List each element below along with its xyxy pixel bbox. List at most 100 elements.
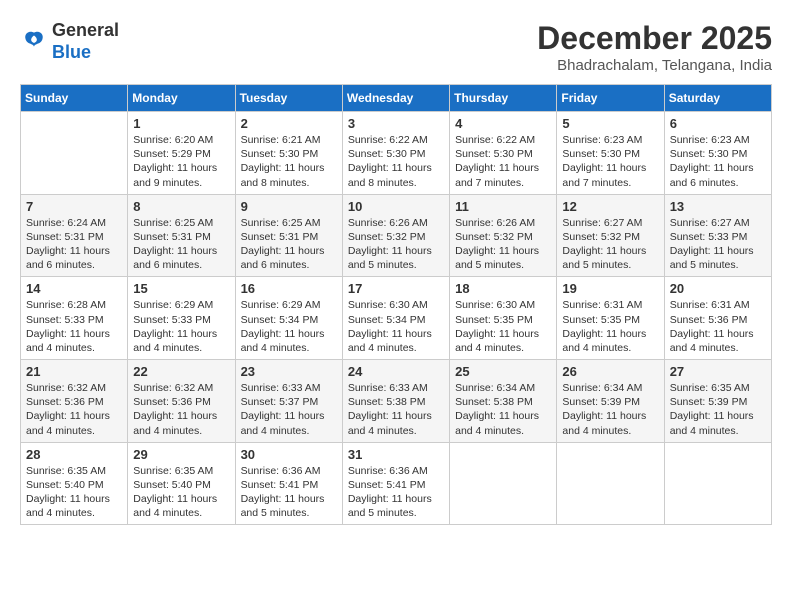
- calendar-cell: 2 Sunrise: 6:21 AM Sunset: 5:30 PM Daylig…: [235, 112, 342, 195]
- day-of-week-header: Thursday: [450, 85, 557, 112]
- calendar-cell: [21, 112, 128, 195]
- day-info: Sunrise: 6:22 AM Sunset: 5:30 PM Dayligh…: [455, 133, 551, 190]
- day-number: 26: [562, 364, 658, 379]
- day-of-week-header: Monday: [128, 85, 235, 112]
- day-info: Sunrise: 6:26 AM Sunset: 5:32 PM Dayligh…: [348, 216, 444, 273]
- calendar-cell: 1 Sunrise: 6:20 AM Sunset: 5:29 PM Daylig…: [128, 112, 235, 195]
- day-number: 11: [455, 199, 551, 214]
- calendar-cell: [664, 442, 771, 525]
- calendar-cell: 22 Sunrise: 6:32 AM Sunset: 5:36 PM Dayli…: [128, 360, 235, 443]
- calendar-cell: 8 Sunrise: 6:25 AM Sunset: 5:31 PM Daylig…: [128, 194, 235, 277]
- day-number: 4: [455, 116, 551, 131]
- day-of-week-header: Sunday: [21, 85, 128, 112]
- calendar-cell: 17 Sunrise: 6:30 AM Sunset: 5:34 PM Dayli…: [342, 277, 449, 360]
- day-info: Sunrise: 6:35 AM Sunset: 5:40 PM Dayligh…: [26, 464, 122, 521]
- calendar-header-row: SundayMondayTuesdayWednesdayThursdayFrid…: [21, 85, 772, 112]
- calendar-cell: 6 Sunrise: 6:23 AM Sunset: 5:30 PM Daylig…: [664, 112, 771, 195]
- day-info: Sunrise: 6:33 AM Sunset: 5:38 PM Dayligh…: [348, 381, 444, 438]
- day-number: 22: [133, 364, 229, 379]
- day-number: 16: [241, 281, 337, 296]
- calendar-cell: 20Sunrise: 6:31 AM Sunset: 5:36 PM Dayli…: [664, 277, 771, 360]
- day-info: Sunrise: 6:20 AM Sunset: 5:29 PM Dayligh…: [133, 133, 229, 190]
- calendar-cell: 28 Sunrise: 6:35 AM Sunset: 5:40 PM Dayli…: [21, 442, 128, 525]
- day-number: 30: [241, 447, 337, 462]
- day-number: 3: [348, 116, 444, 131]
- calendar-cell: 24Sunrise: 6:33 AM Sunset: 5:38 PM Dayli…: [342, 360, 449, 443]
- calendar-cell: 7 Sunrise: 6:24 AM Sunset: 5:31 PM Daylig…: [21, 194, 128, 277]
- day-number: 9: [241, 199, 337, 214]
- day-info: Sunrise: 6:24 AM Sunset: 5:31 PM Dayligh…: [26, 216, 122, 273]
- day-number: 13: [670, 199, 766, 214]
- title-block: December 2025 Bhadrachalam, Telangana, I…: [537, 20, 772, 74]
- day-number: 25: [455, 364, 551, 379]
- day-info: Sunrise: 6:23 AM Sunset: 5:30 PM Dayligh…: [670, 133, 766, 190]
- day-info: Sunrise: 6:25 AM Sunset: 5:31 PM Dayligh…: [241, 216, 337, 273]
- calendar-cell: 15 Sunrise: 6:29 AM Sunset: 5:33 PM Dayli…: [128, 277, 235, 360]
- day-info: Sunrise: 6:30 AM Sunset: 5:34 PM Dayligh…: [348, 298, 444, 355]
- calendar-cell: 3Sunrise: 6:22 AM Sunset: 5:30 PM Daylig…: [342, 112, 449, 195]
- day-info: Sunrise: 6:23 AM Sunset: 5:30 PM Dayligh…: [562, 133, 658, 190]
- day-info: Sunrise: 6:25 AM Sunset: 5:31 PM Dayligh…: [133, 216, 229, 273]
- day-number: 20: [670, 281, 766, 296]
- day-number: 23: [241, 364, 337, 379]
- calendar-week-row: 28 Sunrise: 6:35 AM Sunset: 5:40 PM Dayli…: [21, 442, 772, 525]
- day-number: 6: [670, 116, 766, 131]
- day-of-week-header: Saturday: [664, 85, 771, 112]
- location: Bhadrachalam, Telangana, India: [537, 57, 772, 74]
- calendar-cell: 21Sunrise: 6:32 AM Sunset: 5:36 PM Dayli…: [21, 360, 128, 443]
- calendar-cell: 13 Sunrise: 6:27 AM Sunset: 5:33 PM Dayli…: [664, 194, 771, 277]
- day-of-week-header: Tuesday: [235, 85, 342, 112]
- day-info: Sunrise: 6:28 AM Sunset: 5:33 PM Dayligh…: [26, 298, 122, 355]
- calendar-week-row: 1 Sunrise: 6:20 AM Sunset: 5:29 PM Daylig…: [21, 112, 772, 195]
- day-info: Sunrise: 6:34 AM Sunset: 5:39 PM Dayligh…: [562, 381, 658, 438]
- day-number: 2: [241, 116, 337, 131]
- day-number: 14: [26, 281, 122, 296]
- calendar-cell: 23 Sunrise: 6:33 AM Sunset: 5:37 PM Dayli…: [235, 360, 342, 443]
- day-number: 1: [133, 116, 229, 131]
- day-info: Sunrise: 6:32 AM Sunset: 5:36 PM Dayligh…: [133, 381, 229, 438]
- calendar-cell: 18Sunrise: 6:30 AM Sunset: 5:35 PM Dayli…: [450, 277, 557, 360]
- day-info: Sunrise: 6:36 AM Sunset: 5:41 PM Dayligh…: [348, 464, 444, 521]
- calendar-cell: 12 Sunrise: 6:27 AM Sunset: 5:32 PM Dayli…: [557, 194, 664, 277]
- day-info: Sunrise: 6:33 AM Sunset: 5:37 PM Dayligh…: [241, 381, 337, 438]
- calendar-cell: 10 Sunrise: 6:26 AM Sunset: 5:32 PM Dayli…: [342, 194, 449, 277]
- calendar-week-row: 14 Sunrise: 6:28 AM Sunset: 5:33 PM Dayli…: [21, 277, 772, 360]
- day-info: Sunrise: 6:29 AM Sunset: 5:33 PM Dayligh…: [133, 298, 229, 355]
- day-info: Sunrise: 6:30 AM Sunset: 5:35 PM Dayligh…: [455, 298, 551, 355]
- day-info: Sunrise: 6:36 AM Sunset: 5:41 PM Dayligh…: [241, 464, 337, 521]
- day-number: 12: [562, 199, 658, 214]
- day-number: 7: [26, 199, 122, 214]
- day-info: Sunrise: 6:26 AM Sunset: 5:32 PM Dayligh…: [455, 216, 551, 273]
- day-info: Sunrise: 6:21 AM Sunset: 5:30 PM Dayligh…: [241, 133, 337, 190]
- day-number: 29: [133, 447, 229, 462]
- calendar-cell: 9 Sunrise: 6:25 AM Sunset: 5:31 PM Daylig…: [235, 194, 342, 277]
- calendar-cell: 14 Sunrise: 6:28 AM Sunset: 5:33 PM Dayli…: [21, 277, 128, 360]
- calendar-cell: 19Sunrise: 6:31 AM Sunset: 5:35 PM Dayli…: [557, 277, 664, 360]
- calendar-table: SundayMondayTuesdayWednesdayThursdayFrid…: [20, 84, 772, 525]
- day-number: 5: [562, 116, 658, 131]
- day-info: Sunrise: 6:31 AM Sunset: 5:35 PM Dayligh…: [562, 298, 658, 355]
- calendar-week-row: 7 Sunrise: 6:24 AM Sunset: 5:31 PM Daylig…: [21, 194, 772, 277]
- logo-text: General Blue: [52, 20, 119, 63]
- day-number: 31: [348, 447, 444, 462]
- calendar-cell: 30 Sunrise: 6:36 AM Sunset: 5:41 PM Dayli…: [235, 442, 342, 525]
- day-number: 8: [133, 199, 229, 214]
- logo-bird-icon: [20, 28, 48, 56]
- day-info: Sunrise: 6:27 AM Sunset: 5:32 PM Dayligh…: [562, 216, 658, 273]
- day-number: 10: [348, 199, 444, 214]
- day-of-week-header: Wednesday: [342, 85, 449, 112]
- calendar-cell: 4 Sunrise: 6:22 AM Sunset: 5:30 PM Daylig…: [450, 112, 557, 195]
- calendar-cell: 5 Sunrise: 6:23 AM Sunset: 5:30 PM Daylig…: [557, 112, 664, 195]
- page-header: General Blue December 2025 Bhadrachalam,…: [20, 20, 772, 74]
- day-number: 17: [348, 281, 444, 296]
- calendar-cell: 16Sunrise: 6:29 AM Sunset: 5:34 PM Dayli…: [235, 277, 342, 360]
- day-number: 15: [133, 281, 229, 296]
- calendar-cell: [450, 442, 557, 525]
- day-number: 27: [670, 364, 766, 379]
- calendar-cell: 25Sunrise: 6:34 AM Sunset: 5:38 PM Dayli…: [450, 360, 557, 443]
- day-number: 28: [26, 447, 122, 462]
- calendar-cell: 31 Sunrise: 6:36 AM Sunset: 5:41 PM Dayli…: [342, 442, 449, 525]
- day-info: Sunrise: 6:32 AM Sunset: 5:36 PM Dayligh…: [26, 381, 122, 438]
- day-info: Sunrise: 6:27 AM Sunset: 5:33 PM Dayligh…: [670, 216, 766, 273]
- logo: General Blue: [20, 20, 119, 63]
